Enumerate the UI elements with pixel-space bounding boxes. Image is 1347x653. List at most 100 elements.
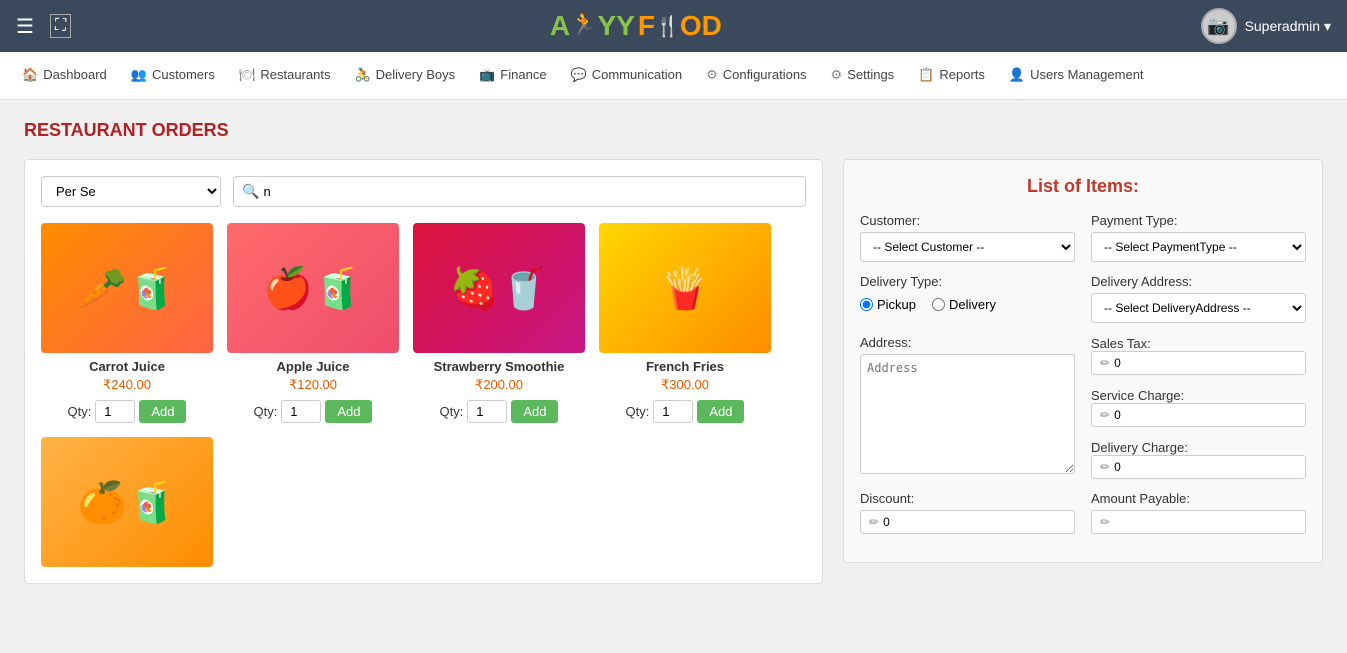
customer-group: Customer: -- Select Customer --	[860, 213, 1075, 262]
main-content: RESTAURANT ORDERS Per Se Name A-Z Name Z…	[0, 100, 1347, 604]
discount-input[interactable]	[883, 515, 1066, 529]
logo-od: OD	[680, 10, 722, 42]
header-left: ☰ ⛶	[16, 14, 71, 39]
search-input[interactable]	[263, 184, 797, 199]
delivery-radio[interactable]	[932, 298, 945, 311]
product-price-strawberry-smoothie: ₹200.00	[475, 377, 523, 393]
delivery-row: Delivery Type: Pickup Delivery Delivery	[860, 274, 1306, 323]
amount-payable-input[interactable]	[1114, 515, 1297, 529]
taxes-group: Sales Tax: ✏ Service Charge: ✏	[1091, 335, 1306, 479]
dashboard-icon: 🏠	[22, 67, 38, 83]
payment-type-group: Payment Type: -- Select PaymentType --	[1091, 213, 1306, 262]
discount-edit-icon: ✏	[869, 515, 879, 529]
service-charge-input[interactable]	[1114, 408, 1297, 422]
service-charge-input-wrapper: ✏	[1091, 403, 1306, 427]
page-title: RESTAURANT ORDERS	[24, 120, 1323, 141]
pickup-radio-label[interactable]: Pickup	[860, 297, 916, 312]
qty-input-french-fries[interactable]	[653, 400, 693, 423]
orange-juice-emoji: 🍊🧃	[41, 437, 213, 567]
address-textarea[interactable]	[860, 354, 1075, 474]
settings-icon: ⚙	[831, 67, 843, 83]
payment-type-select[interactable]: -- Select PaymentType --	[1091, 232, 1306, 262]
nav-reports-label: Reports	[939, 67, 985, 82]
add-button-french-fries[interactable]: Add	[697, 400, 744, 423]
customer-payment-row: Customer: -- Select Customer -- Payment …	[860, 213, 1306, 262]
product-name-french-fries: French Fries	[646, 359, 724, 374]
nav-customers[interactable]: 👥 Customers	[119, 52, 227, 99]
reports-icon: 📋	[918, 67, 934, 83]
product-controls: Per Se Name A-Z Name Z-A Price Low-High …	[41, 176, 806, 207]
carrot-juice-emoji: 🥕🧃	[41, 223, 213, 353]
logo-runner-icon: 🏃	[570, 11, 597, 37]
logo-f: F	[638, 10, 655, 42]
nav-settings[interactable]: ⚙ Settings	[819, 52, 907, 99]
expand-icon[interactable]: ⛶	[50, 14, 71, 38]
apple-juice-emoji: 🍎🧃	[227, 223, 399, 353]
delivery-boys-icon: 🚴	[354, 67, 370, 83]
content-wrapper: Per Se Name A-Z Name Z-A Price Low-High …	[24, 159, 1323, 584]
nav-finance[interactable]: 📺 Finance	[467, 52, 558, 99]
qty-input-apple-juice[interactable]	[281, 400, 321, 423]
nav-communication[interactable]: 💬 Communication	[559, 52, 695, 99]
payment-type-label: Payment Type:	[1091, 213, 1306, 228]
product-qty-row-carrot-juice: Qty: Add	[68, 400, 187, 423]
qty-input-strawberry-smoothie[interactable]	[467, 400, 507, 423]
product-card-carrot-juice: 🥕🧃 Carrot Juice ₹240.00 Qty: Add	[41, 223, 213, 423]
delivery-charge-label: Delivery Charge:	[1091, 440, 1188, 455]
avatar: 📷	[1201, 8, 1237, 44]
delivery-type-group: Delivery Type: Pickup Delivery	[860, 274, 1075, 323]
add-button-strawberry-smoothie[interactable]: Add	[511, 400, 558, 423]
qty-input-carrot-juice[interactable]	[95, 400, 135, 423]
user-menu[interactable]: Superadmin	[1245, 18, 1331, 35]
sales-tax-input[interactable]	[1114, 356, 1297, 370]
hamburger-icon[interactable]: ☰	[16, 14, 34, 39]
product-name-carrot-juice: Carrot Juice	[89, 359, 165, 374]
product-price-carrot-juice: ₹240.00	[103, 377, 151, 393]
main-nav: 🏠 Dashboard 👥 Customers 🍽 Restaurants 🚴 …	[0, 52, 1347, 100]
product-card-apple-juice: 🍎🧃 Apple Juice ₹120.00 Qty: Add	[227, 223, 399, 423]
nav-users-management-label: Users Management	[1030, 67, 1143, 82]
sales-tax-label: Sales Tax:	[1091, 336, 1151, 351]
customer-select[interactable]: -- Select Customer --	[860, 232, 1075, 262]
discount-input-wrapper: ✏	[860, 510, 1075, 534]
delivery-charge-input-wrapper: ✏	[1091, 455, 1306, 479]
nav-configurations[interactable]: ⚙ Configurations	[694, 52, 818, 99]
delivery-radio-label[interactable]: Delivery	[932, 297, 996, 312]
add-button-carrot-juice[interactable]: Add	[139, 400, 186, 423]
nav-dashboard[interactable]: 🏠 Dashboard	[10, 52, 119, 99]
amount-payable-edit-icon: ✏	[1100, 515, 1110, 529]
product-image-french-fries: 🍟	[599, 223, 771, 353]
header: ☰ ⛶ A 🏃 YY F 🍴 OD 📷 Superadmin	[0, 0, 1347, 52]
delivery-charge-input[interactable]	[1114, 460, 1297, 474]
sales-tax-input-wrapper: ✏	[1091, 351, 1306, 375]
discount-amount-row: Discount: ✏ Amount Payable: ✏	[860, 491, 1306, 534]
configurations-icon: ⚙	[706, 67, 718, 83]
finance-icon: 📺	[479, 67, 495, 83]
french-fries-emoji: 🍟	[599, 223, 771, 353]
nav-delivery-boys-label: Delivery Boys	[376, 67, 455, 82]
product-qty-row-french-fries: Qty: Add	[626, 400, 745, 423]
nav-reports[interactable]: 📋 Reports	[906, 52, 997, 99]
product-card-orange-juice: 🍊🧃	[41, 437, 213, 567]
service-charge-label: Service Charge:	[1091, 388, 1184, 403]
nav-restaurants[interactable]: 🍽 Restaurants	[227, 52, 343, 99]
strawberry-smoothie-emoji: 🍓🥤	[413, 223, 585, 353]
right-panel: List of Items: Customer: -- Select Custo…	[843, 159, 1323, 563]
add-button-apple-juice[interactable]: Add	[325, 400, 372, 423]
nav-restaurants-label: Restaurants	[260, 67, 330, 82]
delivery-address-select[interactable]: -- Select DeliveryAddress --	[1091, 293, 1306, 323]
nav-customers-label: Customers	[152, 67, 215, 82]
search-wrapper: 🔍	[233, 176, 806, 207]
nav-users-management[interactable]: 👤 Users Management	[997, 52, 1156, 99]
product-card-french-fries: 🍟 French Fries ₹300.00 Qty: Add	[599, 223, 771, 423]
pickup-radio[interactable]	[860, 298, 873, 311]
product-price-french-fries: ₹300.00	[661, 377, 709, 393]
product-name-strawberry-smoothie: Strawberry Smoothie	[434, 359, 565, 374]
sales-tax-edit-icon: ✏	[1100, 356, 1110, 370]
restaurants-icon: 🍽	[239, 67, 256, 83]
product-image-apple-juice: 🍎🧃	[227, 223, 399, 353]
amount-payable-input-wrapper: ✏	[1091, 510, 1306, 534]
nav-delivery-boys[interactable]: 🚴 Delivery Boys	[342, 52, 467, 99]
sort-select[interactable]: Per Se Name A-Z Name Z-A Price Low-High …	[41, 176, 221, 207]
users-management-icon: 👤	[1009, 67, 1025, 83]
